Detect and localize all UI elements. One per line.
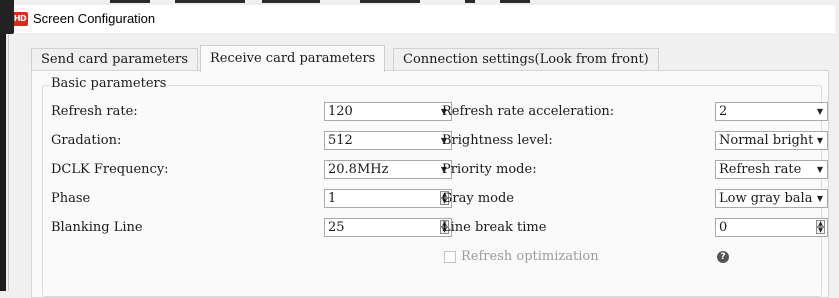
phase-value: 1 — [328, 191, 337, 206]
refresh-rate-acceleration-select[interactable]: 2 ▼ — [715, 102, 828, 121]
window-title: Screen Configuration — [33, 11, 156, 26]
tab-send-card-parameters[interactable]: Send card parameters — [31, 48, 198, 71]
refresh-rate-label: Refresh rate: — [51, 104, 138, 119]
dropdown-arrow-icon: ▼ — [813, 190, 827, 207]
help-icon[interactable]: ? — [717, 251, 729, 263]
priority-mode-value: Refresh rate — [719, 162, 802, 177]
phase-spinbox[interactable]: 1 ▲ ▼ — [324, 189, 452, 208]
refresh-rate-acceleration-value: 2 — [719, 104, 728, 119]
receive-card-panel: Basic parameters Refresh rate: 120 ▼ Gra… — [31, 70, 829, 298]
tab-connection-settings[interactable]: Connection settings(Look from front) — [393, 48, 659, 71]
brightness-level-label: Brightness level: — [442, 133, 553, 148]
dropdown-arrow-icon: ▼ — [813, 161, 827, 178]
refresh-rate-select[interactable]: 120 ▼ — [324, 102, 452, 121]
tab-receive-card-parameters[interactable]: Receive card parameters — [200, 45, 386, 72]
brightness-level-select[interactable]: Normal bright ▼ — [715, 131, 828, 150]
gradation-value: 512 — [328, 133, 353, 148]
brightness-level-value: Normal bright — [719, 133, 814, 148]
basic-parameters-group: Basic parameters Refresh rate: 120 ▼ Gra… — [42, 76, 828, 297]
refresh-rate-acceleration-label: Refresh rate acceleration: — [442, 104, 615, 119]
blanking-line-label: Blanking Line — [51, 220, 143, 235]
screen-configuration-window: HD Screen Configuration Send card parame… — [8, 5, 835, 298]
blanking-line-value: 25 — [328, 220, 345, 235]
background-window-corner — [0, 0, 14, 34]
spin-down-icon[interactable]: ▼ — [816, 227, 825, 234]
line-break-time-value: 0 — [719, 220, 728, 235]
spin-up-icon[interactable]: ▲ — [816, 220, 825, 227]
gradation-label: Gradation: — [51, 133, 122, 148]
dropdown-arrow-icon: ▼ — [813, 132, 827, 149]
gradation-select[interactable]: 512 ▼ — [324, 131, 452, 150]
dclk-frequency-label: DCLK Frequency: — [51, 162, 169, 177]
gray-mode-value: Low gray bala — [719, 191, 813, 206]
dclk-frequency-select[interactable]: 20.8MHz ▼ — [324, 160, 452, 179]
phase-label: Phase — [51, 191, 91, 206]
refresh-optimization-checkbox[interactable] — [444, 251, 456, 263]
blanking-line-spinbox[interactable]: 25 ▲ ▼ — [324, 218, 452, 237]
dclk-frequency-value: 20.8MHz — [328, 162, 389, 177]
gray-mode-label: Gray mode — [442, 191, 514, 206]
priority-mode-select[interactable]: Refresh rate ▼ — [715, 160, 828, 179]
spin-buttons[interactable]: ▲ ▼ — [813, 219, 827, 236]
line-break-time-spinbox[interactable]: 0 ▲ ▼ — [715, 218, 828, 237]
background-window-edge — [0, 0, 6, 291]
app-logo-icon: HD — [12, 12, 28, 26]
gray-mode-select[interactable]: Low gray bala ▼ — [715, 189, 828, 208]
line-break-time-label: Line break time — [442, 220, 547, 235]
group-title: Basic parameters — [49, 76, 169, 91]
dropdown-arrow-icon: ▼ — [813, 103, 827, 120]
refresh-optimization-label: Refresh optimization — [461, 249, 599, 264]
title-bar: HD Screen Configuration — [9, 5, 835, 33]
priority-mode-label: Priority mode: — [442, 162, 537, 177]
refresh-rate-value: 120 — [328, 104, 353, 119]
